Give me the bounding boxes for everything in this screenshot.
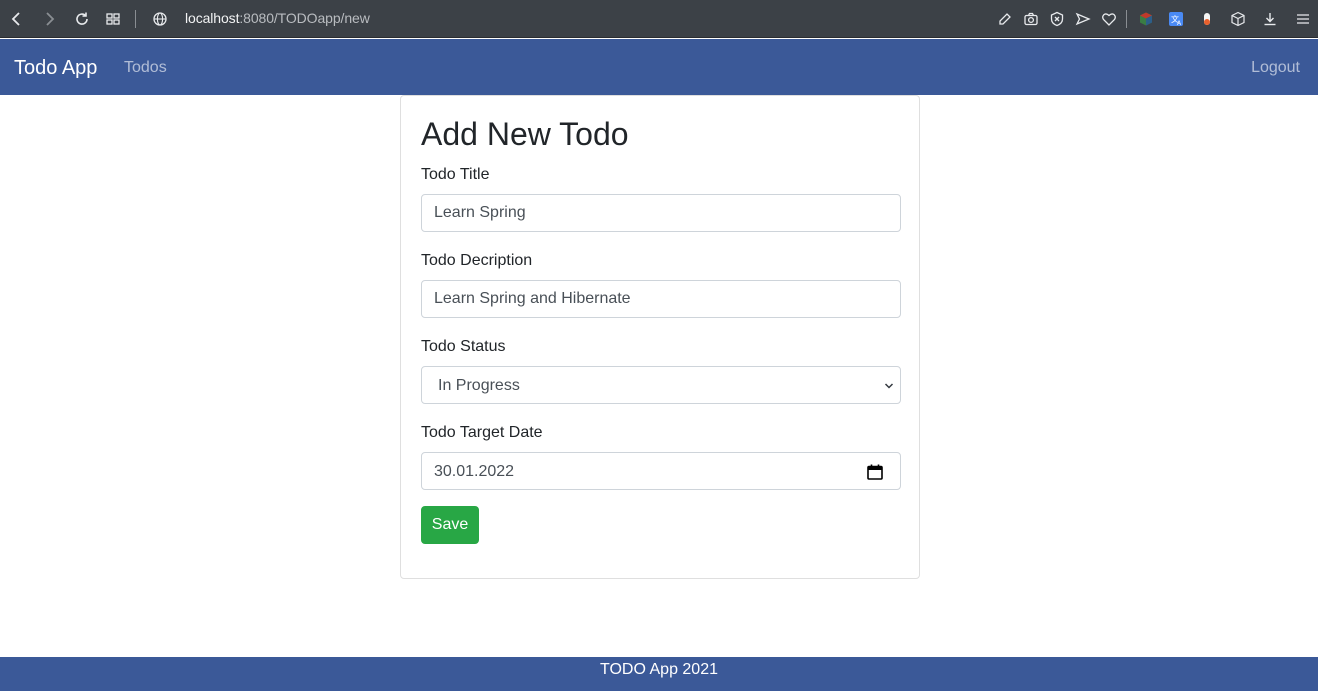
brand-link[interactable]: Todo App — [14, 57, 97, 80]
back-icon[interactable] — [7, 9, 27, 29]
camera-icon[interactable] — [1021, 9, 1041, 29]
translate-icon[interactable]: 文A — [1166, 9, 1186, 29]
chevron-down-icon — [884, 383, 894, 389]
download-icon[interactable] — [1260, 9, 1280, 29]
logout-link[interactable]: Logout — [1251, 59, 1300, 77]
page-title: Add New Todo — [421, 116, 629, 152]
reload-icon[interactable] — [72, 9, 92, 29]
title-label: Todo Title — [421, 166, 490, 183]
description-input[interactable] — [421, 280, 901, 318]
cube-extension-icon[interactable] — [1136, 9, 1156, 29]
edit-icon[interactable] — [995, 9, 1015, 29]
capsule-extension-icon[interactable] — [1197, 9, 1217, 29]
tab-grid-icon[interactable] — [103, 9, 123, 29]
todo-form-card: Add New Todo Todo Title Todo Decription … — [400, 95, 920, 579]
menu-icon[interactable] — [1293, 9, 1313, 29]
browser-toolbar: localhost:8080/TODOapp/new 文A — [0, 0, 1318, 38]
title-input[interactable] — [421, 194, 901, 232]
heart-icon[interactable] — [1099, 9, 1119, 29]
navbar: Todo App Todos Logout — [0, 39, 1318, 95]
globe-icon[interactable] — [150, 9, 170, 29]
footer: TODO App 2021 — [0, 657, 1318, 691]
send-icon[interactable] — [1073, 9, 1093, 29]
url-path: :8080/TODOapp/new — [239, 10, 370, 26]
target-date-value: 30.01.2022 — [434, 463, 515, 480]
todos-link[interactable]: Todos — [124, 59, 167, 77]
box-icon[interactable] — [1228, 9, 1248, 29]
address-bar[interactable]: localhost:8080/TODOapp/new — [185, 10, 370, 26]
shield-block-icon[interactable] — [1047, 9, 1067, 29]
calendar-icon[interactable] — [866, 463, 884, 481]
status-select[interactable]: In Progress — [421, 366, 901, 404]
toolbar-divider — [1126, 10, 1127, 28]
save-button[interactable]: Save — [421, 506, 479, 544]
status-selected-value: In Progress — [438, 377, 520, 394]
url-host: localhost — [185, 10, 240, 26]
status-label: Todo Status — [421, 338, 506, 355]
target-date-label: Todo Target Date — [421, 424, 543, 441]
target-date-input[interactable]: 30.01.2022 — [421, 452, 901, 490]
description-label: Todo Decription — [421, 252, 533, 269]
toolbar-divider — [135, 10, 136, 28]
footer-text: TODO App 2021 — [600, 661, 718, 678]
forward-icon[interactable] — [39, 9, 59, 29]
